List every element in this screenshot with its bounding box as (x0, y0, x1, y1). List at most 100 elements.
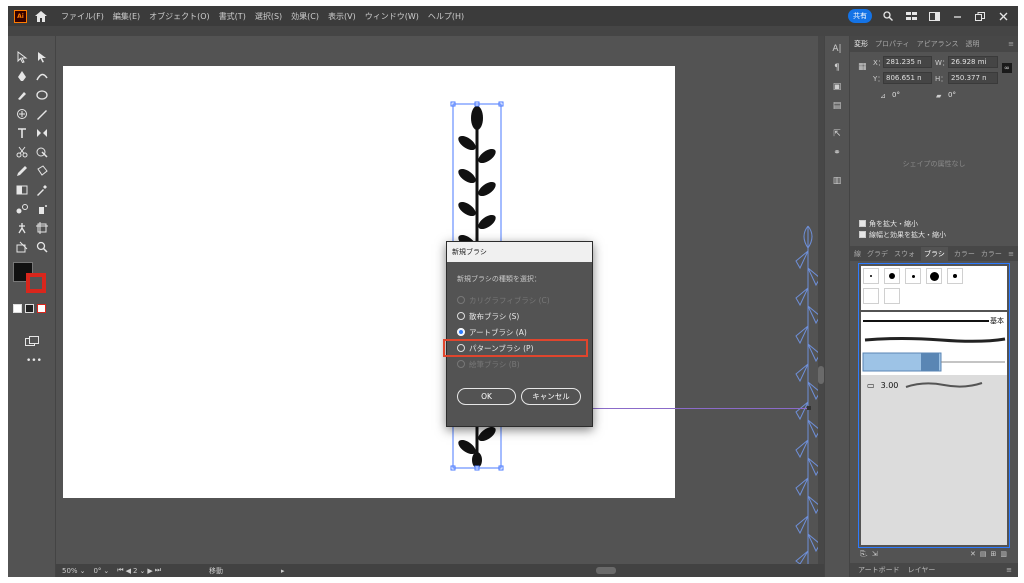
menu-object[interactable]: オブジェクト(O) (149, 11, 210, 22)
new-brush-icon[interactable]: ⊞ (991, 550, 997, 558)
reflect-tool-icon[interactable] (34, 126, 50, 140)
previous-artboard-icon[interactable]: ◀ (126, 567, 131, 575)
artboard-nav[interactable]: ⏮ ◀ 2 ⌄ ▶ ⏭ (117, 566, 161, 575)
tab-stroke[interactable]: 線 (854, 249, 861, 259)
w-field[interactable]: 26.928 mi (948, 56, 998, 68)
brush-swatch[interactable] (884, 268, 900, 284)
paintbrush-tool-icon[interactable] (34, 107, 50, 121)
shear-field[interactable]: 0° (946, 90, 986, 102)
remove-brush-stroke-icon[interactable]: ✕ (970, 550, 976, 558)
ellipse-tool-icon[interactable] (34, 88, 50, 102)
share-button[interactable]: 共有 (848, 9, 872, 23)
tab-gradient[interactable]: グラデ (867, 249, 888, 259)
brush-swatch[interactable] (947, 268, 963, 284)
home-icon[interactable] (33, 9, 49, 23)
brush-import-icon[interactable]: ⇲ (872, 550, 878, 558)
workspace-icon[interactable] (927, 10, 941, 22)
y-field[interactable]: 806.651 n (883, 72, 932, 84)
document-canvas[interactable]: 新規ブラシ 新規ブラシの種類を選択： カリグラフィブラシ (C) 散布ブラシ (… (56, 36, 818, 564)
curvature-tool-icon[interactable] (34, 69, 50, 83)
tab-appearance[interactable]: アピアランス (917, 39, 959, 49)
tab-transparency[interactable]: 透明 (965, 39, 979, 49)
tab-color-guide[interactable]: カラー (981, 249, 1002, 259)
radio-scatter-brush[interactable]: 散布ブラシ (S) (457, 308, 582, 324)
artboard-number[interactable]: 2 (133, 567, 137, 575)
align-panel-icon[interactable]: ▥ (830, 175, 844, 187)
brush-swatch[interactable] (905, 268, 921, 284)
brush-swatch[interactable] (863, 268, 879, 284)
menu-file[interactable]: ファイル(F) (61, 11, 104, 22)
layers-panel-icon[interactable]: ▣ (830, 81, 844, 93)
zoom-tool-icon[interactable] (34, 240, 50, 254)
color-mode-icon[interactable] (13, 304, 22, 313)
brush-swatch[interactable] (884, 288, 900, 304)
gradient-tool-icon[interactable] (14, 183, 30, 197)
blend-tool-icon[interactable] (14, 202, 30, 216)
shaper-tool-icon[interactable] (14, 107, 30, 121)
menu-select[interactable]: 選択(S) (255, 11, 282, 22)
type-tool-icon[interactable] (14, 126, 30, 140)
selection-tool-icon[interactable] (14, 50, 30, 64)
radio-icon[interactable] (457, 312, 465, 320)
shape-builder-tool-icon[interactable] (34, 145, 50, 159)
edit-toolbar-icon[interactable]: ••• (26, 356, 42, 366)
radio-art-brush[interactable]: アートブラシ (A) (457, 324, 582, 340)
rotate-field[interactable]: 0° (890, 90, 930, 102)
paragraph-panel-icon[interactable]: ¶ (830, 62, 844, 74)
first-artboard-icon[interactable]: ⏮ (117, 566, 123, 575)
art-brush-row[interactable]: ▭ 3.00 (861, 375, 1007, 395)
next-artboard-icon[interactable]: ▶ (147, 567, 152, 575)
close-icon[interactable] (996, 10, 1010, 22)
scale-strokes-checkbox[interactable]: 線幅と効果を拡大・縮小 (850, 229, 1018, 240)
reference-point-icon[interactable]: ▦ (858, 62, 867, 72)
menu-edit[interactable]: 編集(E) (113, 11, 140, 22)
basic-brush[interactable]: 基本 (861, 312, 1007, 331)
rotation-field[interactable]: 0° ⌄ (93, 567, 109, 575)
search-icon[interactable] (881, 10, 895, 22)
restore-icon[interactable] (973, 10, 987, 22)
tab-properties[interactable]: プロパティ (875, 39, 910, 49)
status-menu-arrow-icon[interactable]: ▸ (281, 567, 285, 575)
artboard-tool-icon[interactable] (34, 221, 50, 235)
blob-brush-tool-icon[interactable] (14, 88, 30, 102)
symbol-sprayer-tool-icon[interactable] (34, 202, 50, 216)
tab-swatches[interactable]: スウォ (894, 249, 915, 259)
character-panel-icon[interactable]: A| (830, 43, 844, 55)
slice-tool-icon[interactable] (14, 240, 30, 254)
cancel-button[interactable]: キャンセル (521, 388, 581, 405)
pattern-brush[interactable] (861, 349, 1007, 375)
live-paint-tool-icon[interactable] (34, 164, 50, 178)
tab-artboards[interactable]: アートボード (858, 565, 900, 575)
stroke-color-swatch[interactable] (26, 273, 46, 293)
menu-effect[interactable]: 効果(C) (291, 11, 319, 22)
tab-layers[interactable]: レイヤー (908, 565, 936, 575)
brush-swatch[interactable] (926, 268, 942, 284)
panel-menu-icon[interactable]: ≡ (1008, 40, 1014, 48)
links-panel-icon[interactable]: ⚭ (830, 147, 844, 159)
horizontal-scroll-thumb[interactable] (596, 567, 616, 574)
tab-brushes[interactable]: ブラシ (921, 246, 948, 261)
pencil-tool-icon[interactable] (14, 164, 30, 178)
panel-menu-icon[interactable]: ≡ (1008, 250, 1014, 258)
brush-swatch[interactable] (863, 288, 879, 304)
zoom-field[interactable]: 50% ⌄ (62, 567, 85, 575)
h-field[interactable]: 250.377 n (948, 72, 998, 84)
constrain-link-icon[interactable]: ∞ (1002, 63, 1012, 73)
delete-brush-icon[interactable]: ▥ (1000, 550, 1007, 558)
direct-selection-tool-icon[interactable] (34, 50, 50, 64)
menu-type[interactable]: 書式(T) (219, 11, 246, 22)
brush-options-icon[interactable]: ▤ (980, 550, 987, 558)
panel-menu-icon[interactable]: ≡ (1006, 566, 1012, 574)
menu-view[interactable]: 表示(V) (328, 11, 356, 22)
none-mode-icon[interactable] (37, 304, 46, 313)
brush-libraries-icon[interactable]: ⎘. (860, 550, 868, 559)
checkbox-icon[interactable] (859, 231, 866, 238)
minimize-icon[interactable] (950, 10, 964, 22)
checkbox-icon[interactable] (859, 220, 866, 227)
last-artboard-icon[interactable]: ⏭ (155, 566, 161, 575)
menu-help[interactable]: ヘルプ(H) (428, 11, 464, 22)
scissors-tool-icon[interactable] (14, 145, 30, 159)
artboards-panel-icon[interactable]: ▤ (830, 100, 844, 112)
gradient-mode-icon[interactable] (25, 304, 34, 313)
export-panel-icon[interactable]: ⇱ (830, 128, 844, 140)
